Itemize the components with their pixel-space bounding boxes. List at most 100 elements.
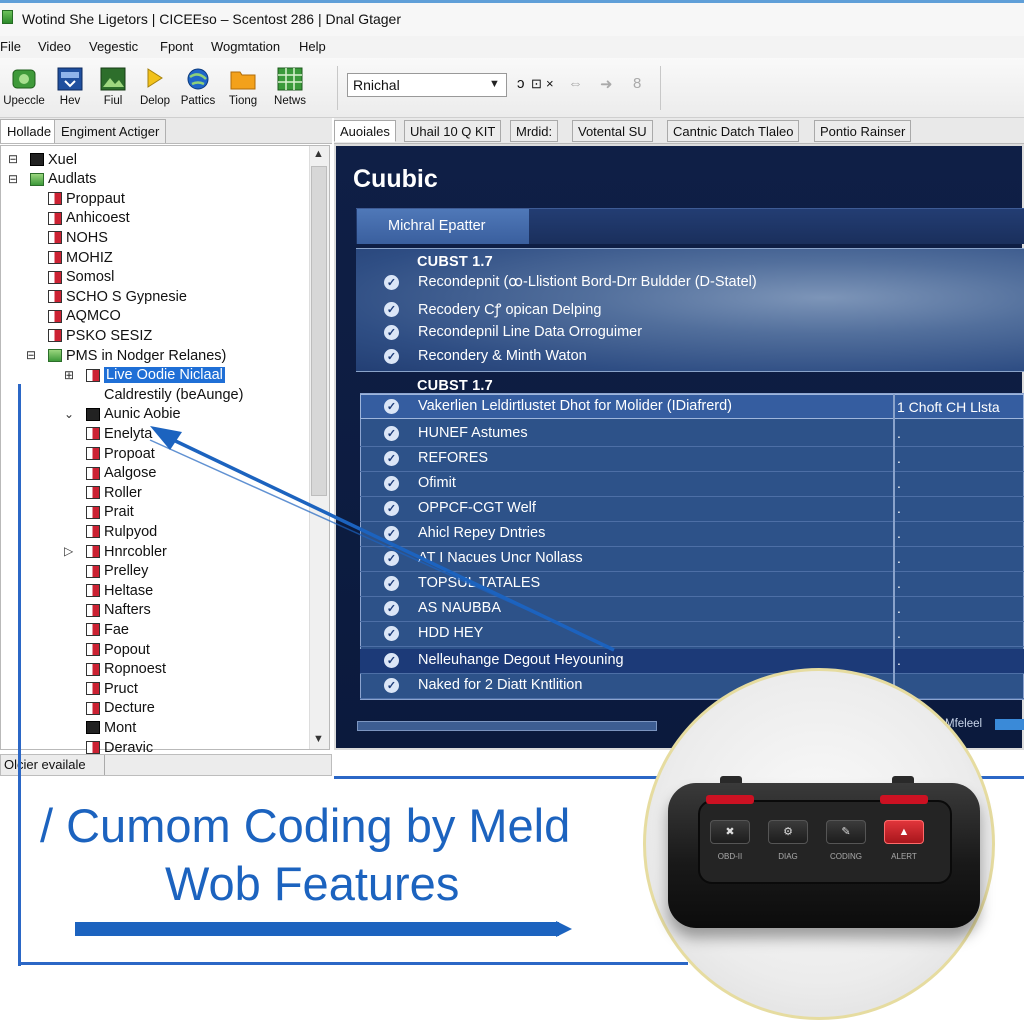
fiul-button[interactable]: Fiul <box>96 64 130 114</box>
tree-item[interactable]: Proppaut <box>48 189 125 208</box>
tree-item[interactable]: Rulpyod <box>86 522 157 541</box>
tree-item[interactable]: Aalgose <box>86 464 156 483</box>
tree-item[interactable]: SCHO S Gypnesie <box>48 287 187 306</box>
chevron-down-icon[interactable]: ▼ <box>489 78 500 90</box>
tree-item[interactable]: PMS in Nodger Relanes) <box>48 346 226 365</box>
tree-item[interactable]: Xuel <box>30 150 77 169</box>
table-row-item[interactable]: ✓ AT I Nacues Uncr Nollass <box>384 550 583 566</box>
tree-item[interactable]: MOHIZ <box>48 248 113 267</box>
hev-button[interactable]: Hev <box>52 64 88 114</box>
tree-item[interactable]: Prelley <box>86 562 148 581</box>
check-icon[interactable]: ✓ <box>384 425 399 441</box>
menu-file[interactable]: File <box>0 39 21 54</box>
check-icon[interactable]: ✓ <box>384 550 399 566</box>
check-icon[interactable]: ✓ <box>384 301 399 317</box>
check-icon[interactable]: ✓ <box>384 677 399 693</box>
forward-icon[interactable]: ➜ <box>600 75 613 93</box>
check-icon[interactable]: ✓ <box>384 575 399 591</box>
delop-button[interactable]: Delop <box>136 64 174 114</box>
table-row-item[interactable]: ✓ OPPCF-CGT Welf <box>384 500 536 516</box>
expand-toggle-icon[interactable]: ⌄ <box>64 407 74 421</box>
expand-toggle-icon[interactable]: ⊞ <box>64 368 74 382</box>
group1-item[interactable]: ✓ Recondery & Minth Waton <box>384 348 587 364</box>
expand-toggle-icon[interactable]: ▷ <box>64 544 73 558</box>
table-row-item[interactable]: ✓ Naked for 2 Diatt Kntlition <box>384 677 582 693</box>
menu-fpont[interactable]: Fpont <box>160 39 193 54</box>
tree-item[interactable]: Prait <box>86 503 134 522</box>
tiong-button[interactable]: Tiong <box>224 64 262 114</box>
check-icon[interactable]: ✓ <box>384 600 399 616</box>
horizontal-scrollbar[interactable] <box>357 721 657 731</box>
check-icon[interactable]: ✓ <box>384 475 399 491</box>
group1-item[interactable]: ✓ Recondepnit (ꝏ-Llistiont Bord-Drr Buldd… <box>384 274 757 290</box>
tab-mrdid[interactable]: Mrdid: <box>510 120 559 142</box>
scroll-up-icon[interactable]: ▲ <box>313 148 324 160</box>
tree-item[interactable]: PSKO SESIZ <box>48 326 152 345</box>
check-icon[interactable]: ✓ <box>384 450 399 466</box>
menu-help[interactable]: Help <box>299 39 326 54</box>
table-row-item[interactable]: ✓ TOPSUL TATALES <box>384 575 540 591</box>
check-icon[interactable]: ✓ <box>384 525 399 541</box>
table-row-item[interactable]: ✓ AS NAUBBA <box>384 600 501 616</box>
check-icon[interactable]: ✓ <box>384 652 399 668</box>
tree-item[interactable]: Anhicoest <box>48 209 130 228</box>
table-row-item[interactable]: ✓ Ofimit <box>384 475 456 491</box>
menu-video[interactable]: Video <box>38 39 71 54</box>
tree-item[interactable]: Live Oodie Niclaal <box>86 366 225 385</box>
table-row-item[interactable]: ✓ HUNEF Astumes <box>384 425 528 441</box>
tab-auoiales[interactable]: Auoiales <box>334 120 396 142</box>
tree-item[interactable]: Aunic Aobie <box>86 405 181 424</box>
check-icon[interactable]: ✓ <box>384 348 399 364</box>
menu-wogmtation[interactable]: Wogmtation <box>211 39 280 54</box>
scrollbar-thumb[interactable] <box>311 166 327 496</box>
check-icon[interactable]: ✓ <box>384 625 399 641</box>
frame-icon[interactable]: ⊡ <box>531 76 542 92</box>
table-row-item[interactable]: ✓ HDD HEY <box>384 625 483 641</box>
expand-toggle-icon[interactable]: ⊟ <box>26 348 36 362</box>
tree-item[interactable]: Somosl <box>48 268 114 287</box>
scroll-right-button[interactable] <box>995 719 1024 730</box>
check-icon[interactable]: ✓ <box>384 500 399 516</box>
group1-item[interactable]: ✓ Recondepnil Line Data Orroguimer <box>384 324 642 340</box>
subheader-tab[interactable]: Michral Epatter <box>357 209 529 244</box>
tab-pontio-rainser[interactable]: Pontio Rainser <box>814 120 912 142</box>
update-button[interactable]: Upeccle <box>2 64 46 114</box>
table-row-item[interactable]: ✓ Nelleuhange Degout Heyouning <box>384 652 624 668</box>
tree-item[interactable]: Propoat <box>86 444 155 463</box>
tab-engiment-actiger[interactable]: Engiment Actiger <box>54 119 167 143</box>
menu-vegestic[interactable]: Vegestic <box>89 39 138 54</box>
record-icon[interactable]: 8 <box>633 75 641 92</box>
tree-item[interactable]: AQMCO <box>48 307 121 326</box>
netws-button[interactable]: Netws <box>270 64 310 114</box>
tree-item[interactable]: NOHS <box>48 228 108 247</box>
scroll-down-icon[interactable]: ▼ <box>313 733 324 745</box>
tree-item[interactable]: Ropnoest <box>86 660 166 679</box>
tree-item[interactable]: Fae <box>86 620 129 639</box>
tree-item[interactable]: Decture <box>86 699 155 718</box>
table-row[interactable] <box>360 472 1024 497</box>
check-icon[interactable]: ✓ <box>384 324 399 340</box>
rotate-icon[interactable]: ↄ <box>517 75 525 92</box>
tree-item[interactable]: Audlats <box>30 170 96 189</box>
tree-item[interactable]: Mont <box>86 718 136 737</box>
table-header-item[interactable]: ✓ Vakerlien Leldirtlustet Dhot for Molide… <box>384 398 732 414</box>
tree-item[interactable]: Roller <box>86 483 142 502</box>
pattics-button[interactable]: Pattics <box>176 64 220 114</box>
expand-toggle-icon[interactable]: ⊟ <box>8 172 18 186</box>
tab-hollade[interactable]: Hollade <box>0 119 59 143</box>
check-icon[interactable]: ✓ <box>384 398 399 414</box>
preset-select[interactable]: Rnichal <box>347 73 507 97</box>
table-row-item[interactable]: ✓ REFORES <box>384 450 488 466</box>
tree-item[interactable]: Caldrestily (beAunge) <box>104 385 243 404</box>
tab-votental[interactable]: Votental SU <box>572 120 653 142</box>
tree-item[interactable]: Pruct <box>86 679 138 698</box>
tree-item[interactable]: Heltase <box>86 581 153 600</box>
tree-item[interactable]: Popout <box>86 640 150 659</box>
table-row-item[interactable]: ✓ Ahicl Repey Dntries <box>384 525 545 541</box>
tree-item[interactable]: Enelyta <box>86 424 152 443</box>
swap-icon[interactable]: ⇔ <box>568 75 583 92</box>
group1-item[interactable]: ✓ Recodery Cꝭ opican Delping <box>384 299 601 319</box>
close-icon[interactable]: × <box>546 76 554 91</box>
tab-uhail[interactable]: Uhail 10 Q KIT <box>404 120 502 142</box>
expand-toggle-icon[interactable]: ⊟ <box>8 152 18 166</box>
